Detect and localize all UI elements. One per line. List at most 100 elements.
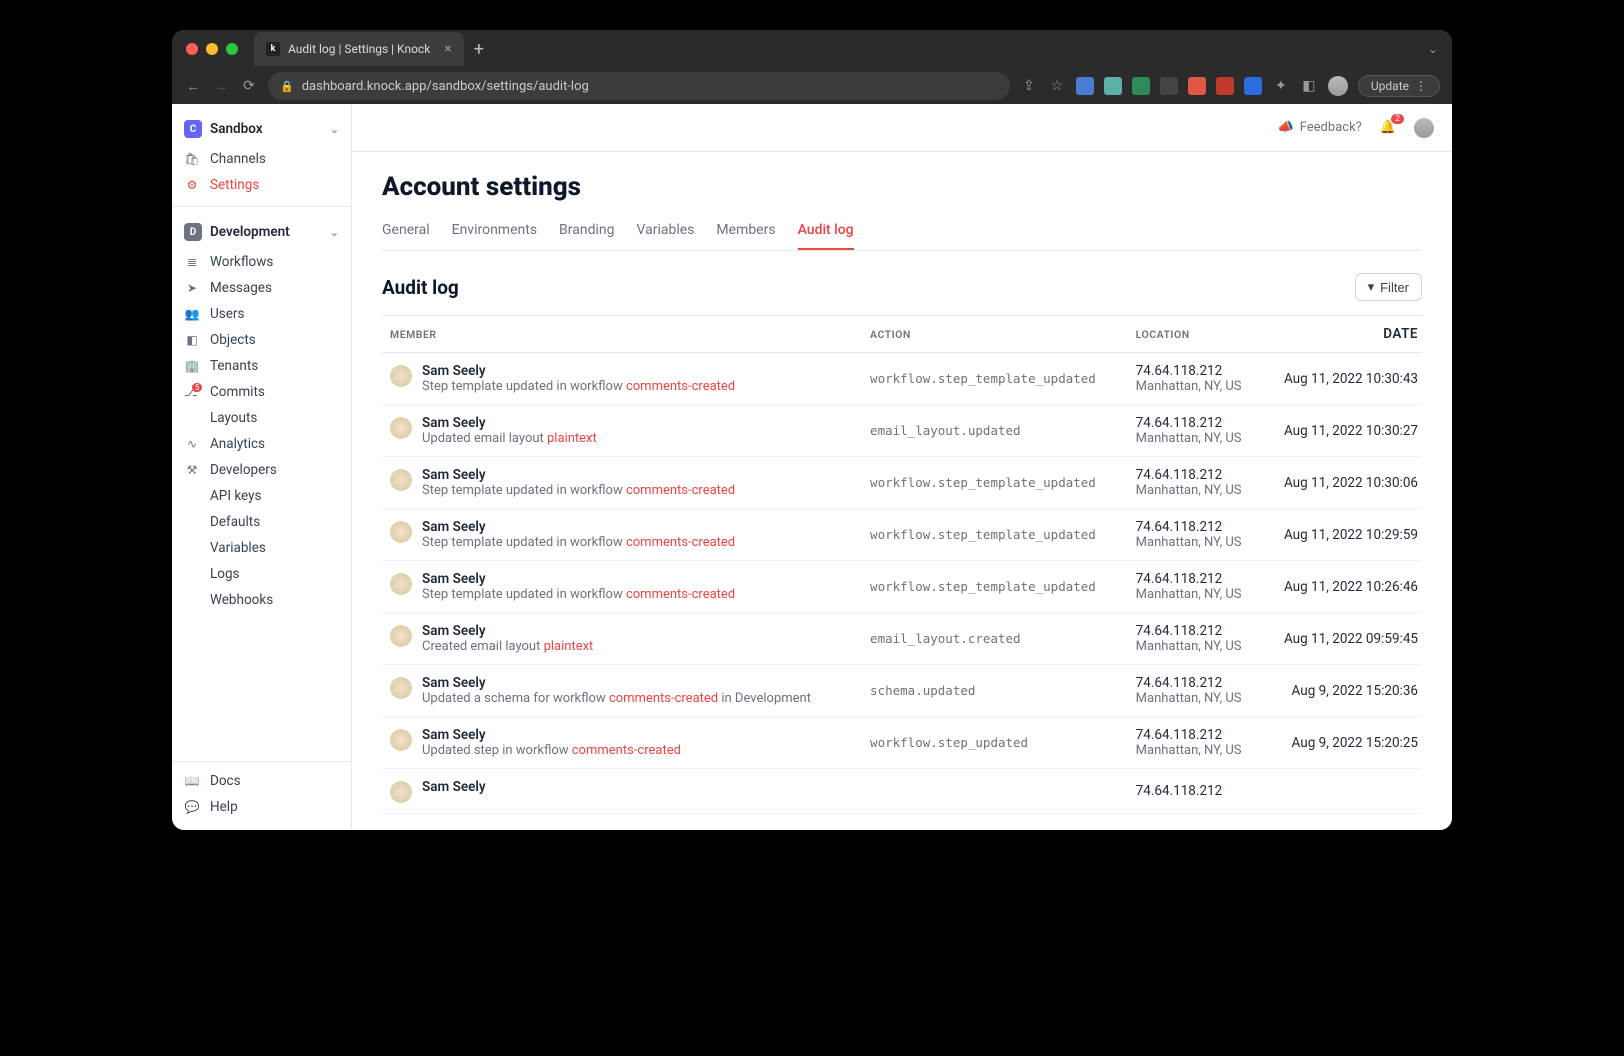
- extension-icon[interactable]: [1104, 77, 1122, 95]
- location-ip: 74.64.118.212: [1136, 519, 1254, 535]
- member-desc: Updated email layout plaintext: [422, 431, 597, 446]
- tab-environments[interactable]: Environments: [452, 214, 537, 250]
- avatar: [390, 573, 412, 595]
- filter-button[interactable]: ▾ Filter: [1355, 273, 1422, 301]
- back-icon[interactable]: ←: [184, 78, 202, 95]
- tabs-menu-icon[interactable]: ⌄: [1428, 42, 1438, 56]
- sidebar-item-workflows[interactable]: ≣Workflows: [172, 249, 351, 275]
- member-desc: Created email layout plaintext: [422, 639, 593, 654]
- extension-icon[interactable]: [1160, 77, 1178, 95]
- sidebar-item-icon: ≣: [184, 255, 200, 269]
- table-row[interactable]: Sam Seely Step template updated in workf…: [382, 561, 1422, 613]
- tab-close-icon[interactable]: ×: [444, 41, 451, 57]
- table-row[interactable]: Sam Seely Created email layout plaintext…: [382, 613, 1422, 665]
- feedback-button[interactable]: 📣 Feedback?: [1278, 120, 1362, 135]
- notification-badge: 2: [1391, 114, 1404, 124]
- project-badge-icon: C: [184, 120, 202, 138]
- new-tab-button[interactable]: +: [474, 39, 484, 60]
- member-desc: Step template updated in workflow commen…: [422, 379, 735, 394]
- browser-tab[interactable]: k Audit log | Settings | Knock ×: [254, 32, 464, 66]
- profile-avatar-browser[interactable]: [1328, 76, 1348, 96]
- tab-branding[interactable]: Branding: [559, 214, 614, 250]
- table-row[interactable]: Sam Seely Step template updated in workf…: [382, 457, 1422, 509]
- member-desc: Step template updated in workflow commen…: [422, 587, 735, 602]
- tab-audit-log[interactable]: Audit log: [798, 214, 854, 250]
- sidebar-item-channels[interactable]: 🛍Channels: [172, 146, 351, 172]
- sidebar-item-label: Defaults: [210, 514, 260, 530]
- sidebar-subitem-webhooks[interactable]: Webhooks: [172, 587, 351, 613]
- extension-icon[interactable]: [1244, 77, 1262, 95]
- sidebar-item-label: Tenants: [210, 358, 258, 374]
- extensions-menu-icon[interactable]: ✦: [1272, 78, 1290, 94]
- extension-icon[interactable]: [1216, 77, 1234, 95]
- star-icon[interactable]: ☆: [1048, 78, 1066, 94]
- sidebar-item-analytics[interactable]: ∿Analytics: [172, 431, 351, 457]
- extension-icon[interactable]: [1132, 77, 1150, 95]
- sidebar-footer-docs[interactable]: 📖 Docs: [172, 768, 351, 794]
- member-desc: Updated step in workflow comments-create…: [422, 743, 681, 758]
- table-row[interactable]: Sam Seely 74.64.118.212: [382, 769, 1422, 814]
- sidebar-section-sandbox[interactable]: C Sandbox ⌄: [172, 112, 351, 146]
- url-input[interactable]: 🔒 dashboard.knock.app/sandbox/settings/a…: [268, 72, 1010, 100]
- sidebar-section-development[interactable]: D Development ⌄: [172, 215, 351, 249]
- sidebar-item-label: Users: [210, 306, 244, 322]
- action-code: workflow.step_template_updated: [870, 579, 1096, 594]
- sidebar-item-icon: 📖: [184, 774, 200, 788]
- browser-update-button[interactable]: Update ⋮: [1358, 75, 1440, 97]
- settings-tabs: General Environments Branding Variables Memb…: [382, 214, 1422, 251]
- sidebar-item-label: API keys: [210, 488, 261, 504]
- member-desc: Updated a schema for workflow comments-c…: [422, 691, 811, 706]
- action-code: schema.updated: [870, 683, 975, 698]
- action-code: workflow.step_template_updated: [870, 371, 1096, 386]
- sidebar-subitem-logs[interactable]: Logs: [172, 561, 351, 587]
- sidebar-item-developers[interactable]: ⚒Developers: [172, 457, 351, 483]
- sidebar-item-users[interactable]: 👥Users: [172, 301, 351, 327]
- window-zoom-icon[interactable]: [226, 43, 238, 55]
- extension-icon[interactable]: [1076, 77, 1094, 95]
- sidebar-item-commits[interactable]: ⎇5Commits: [172, 379, 351, 405]
- sidebar-item-label: Developers: [210, 462, 277, 478]
- location-ip: 74.64.118.212: [1136, 363, 1254, 379]
- reload-icon[interactable]: ⟳: [240, 78, 258, 94]
- sidebar-item-label: Channels: [210, 151, 266, 167]
- sidebar-item-label: Docs: [210, 773, 241, 789]
- env-badge-icon: D: [184, 223, 202, 241]
- table-row[interactable]: Sam Seely Updated a schema for workflow …: [382, 665, 1422, 717]
- member-name: Sam Seely: [422, 519, 735, 535]
- location-ip: 74.64.118.212: [1136, 467, 1254, 483]
- avatar: [390, 781, 412, 803]
- sidebar-item-objects[interactable]: ◧Objects: [172, 327, 351, 353]
- window-close-icon[interactable]: [186, 43, 198, 55]
- sidebar-footer-help[interactable]: 💬Help: [172, 794, 351, 820]
- table-row[interactable]: Sam Seely Step template updated in workf…: [382, 509, 1422, 561]
- notifications-button[interactable]: 🔔 2: [1380, 120, 1396, 135]
- sidebar-item-label: Help: [210, 799, 238, 815]
- tab-title: Audit log | Settings | Knock: [288, 42, 430, 56]
- sidebar-subitem-api-keys[interactable]: API keys: [172, 483, 351, 509]
- table-row[interactable]: Sam Seely Updated email layout plaintext…: [382, 405, 1422, 457]
- share-icon[interactable]: ⇪: [1020, 78, 1038, 94]
- window-minimize-icon[interactable]: [206, 43, 218, 55]
- table-row[interactable]: Sam Seely Updated step in workflow comme…: [382, 717, 1422, 769]
- sidebar-item-layouts[interactable]: Layouts: [172, 405, 351, 431]
- sidebar-item-messages[interactable]: ➤Messages: [172, 275, 351, 301]
- tab-variables[interactable]: Variables: [636, 214, 694, 250]
- member-name: Sam Seely: [422, 571, 735, 587]
- user-avatar[interactable]: [1414, 118, 1434, 138]
- location-place: Manhattan, NY, US: [1136, 743, 1254, 758]
- avatar: [390, 677, 412, 699]
- sidebar-subitem-defaults[interactable]: Defaults: [172, 509, 351, 535]
- tab-general[interactable]: General: [382, 214, 430, 250]
- sidebar-item-tenants[interactable]: 🏢Tenants: [172, 353, 351, 379]
- sidepanel-icon[interactable]: ◧: [1300, 78, 1318, 94]
- row-date: Aug 11, 2022 10:29:59: [1262, 509, 1422, 561]
- table-row[interactable]: Sam Seely Step template updated in workf…: [382, 353, 1422, 405]
- avatar: [390, 469, 412, 491]
- sidebar-item-settings[interactable]: ⚙Settings: [172, 172, 351, 198]
- member-name: Sam Seely: [422, 675, 811, 691]
- action-code: email_layout.created: [870, 631, 1021, 646]
- sidebar-subitem-variables[interactable]: Variables: [172, 535, 351, 561]
- row-date: Aug 9, 2022 15:20:25: [1262, 717, 1422, 769]
- tab-members[interactable]: Members: [716, 214, 775, 250]
- extension-icon[interactable]: [1188, 77, 1206, 95]
